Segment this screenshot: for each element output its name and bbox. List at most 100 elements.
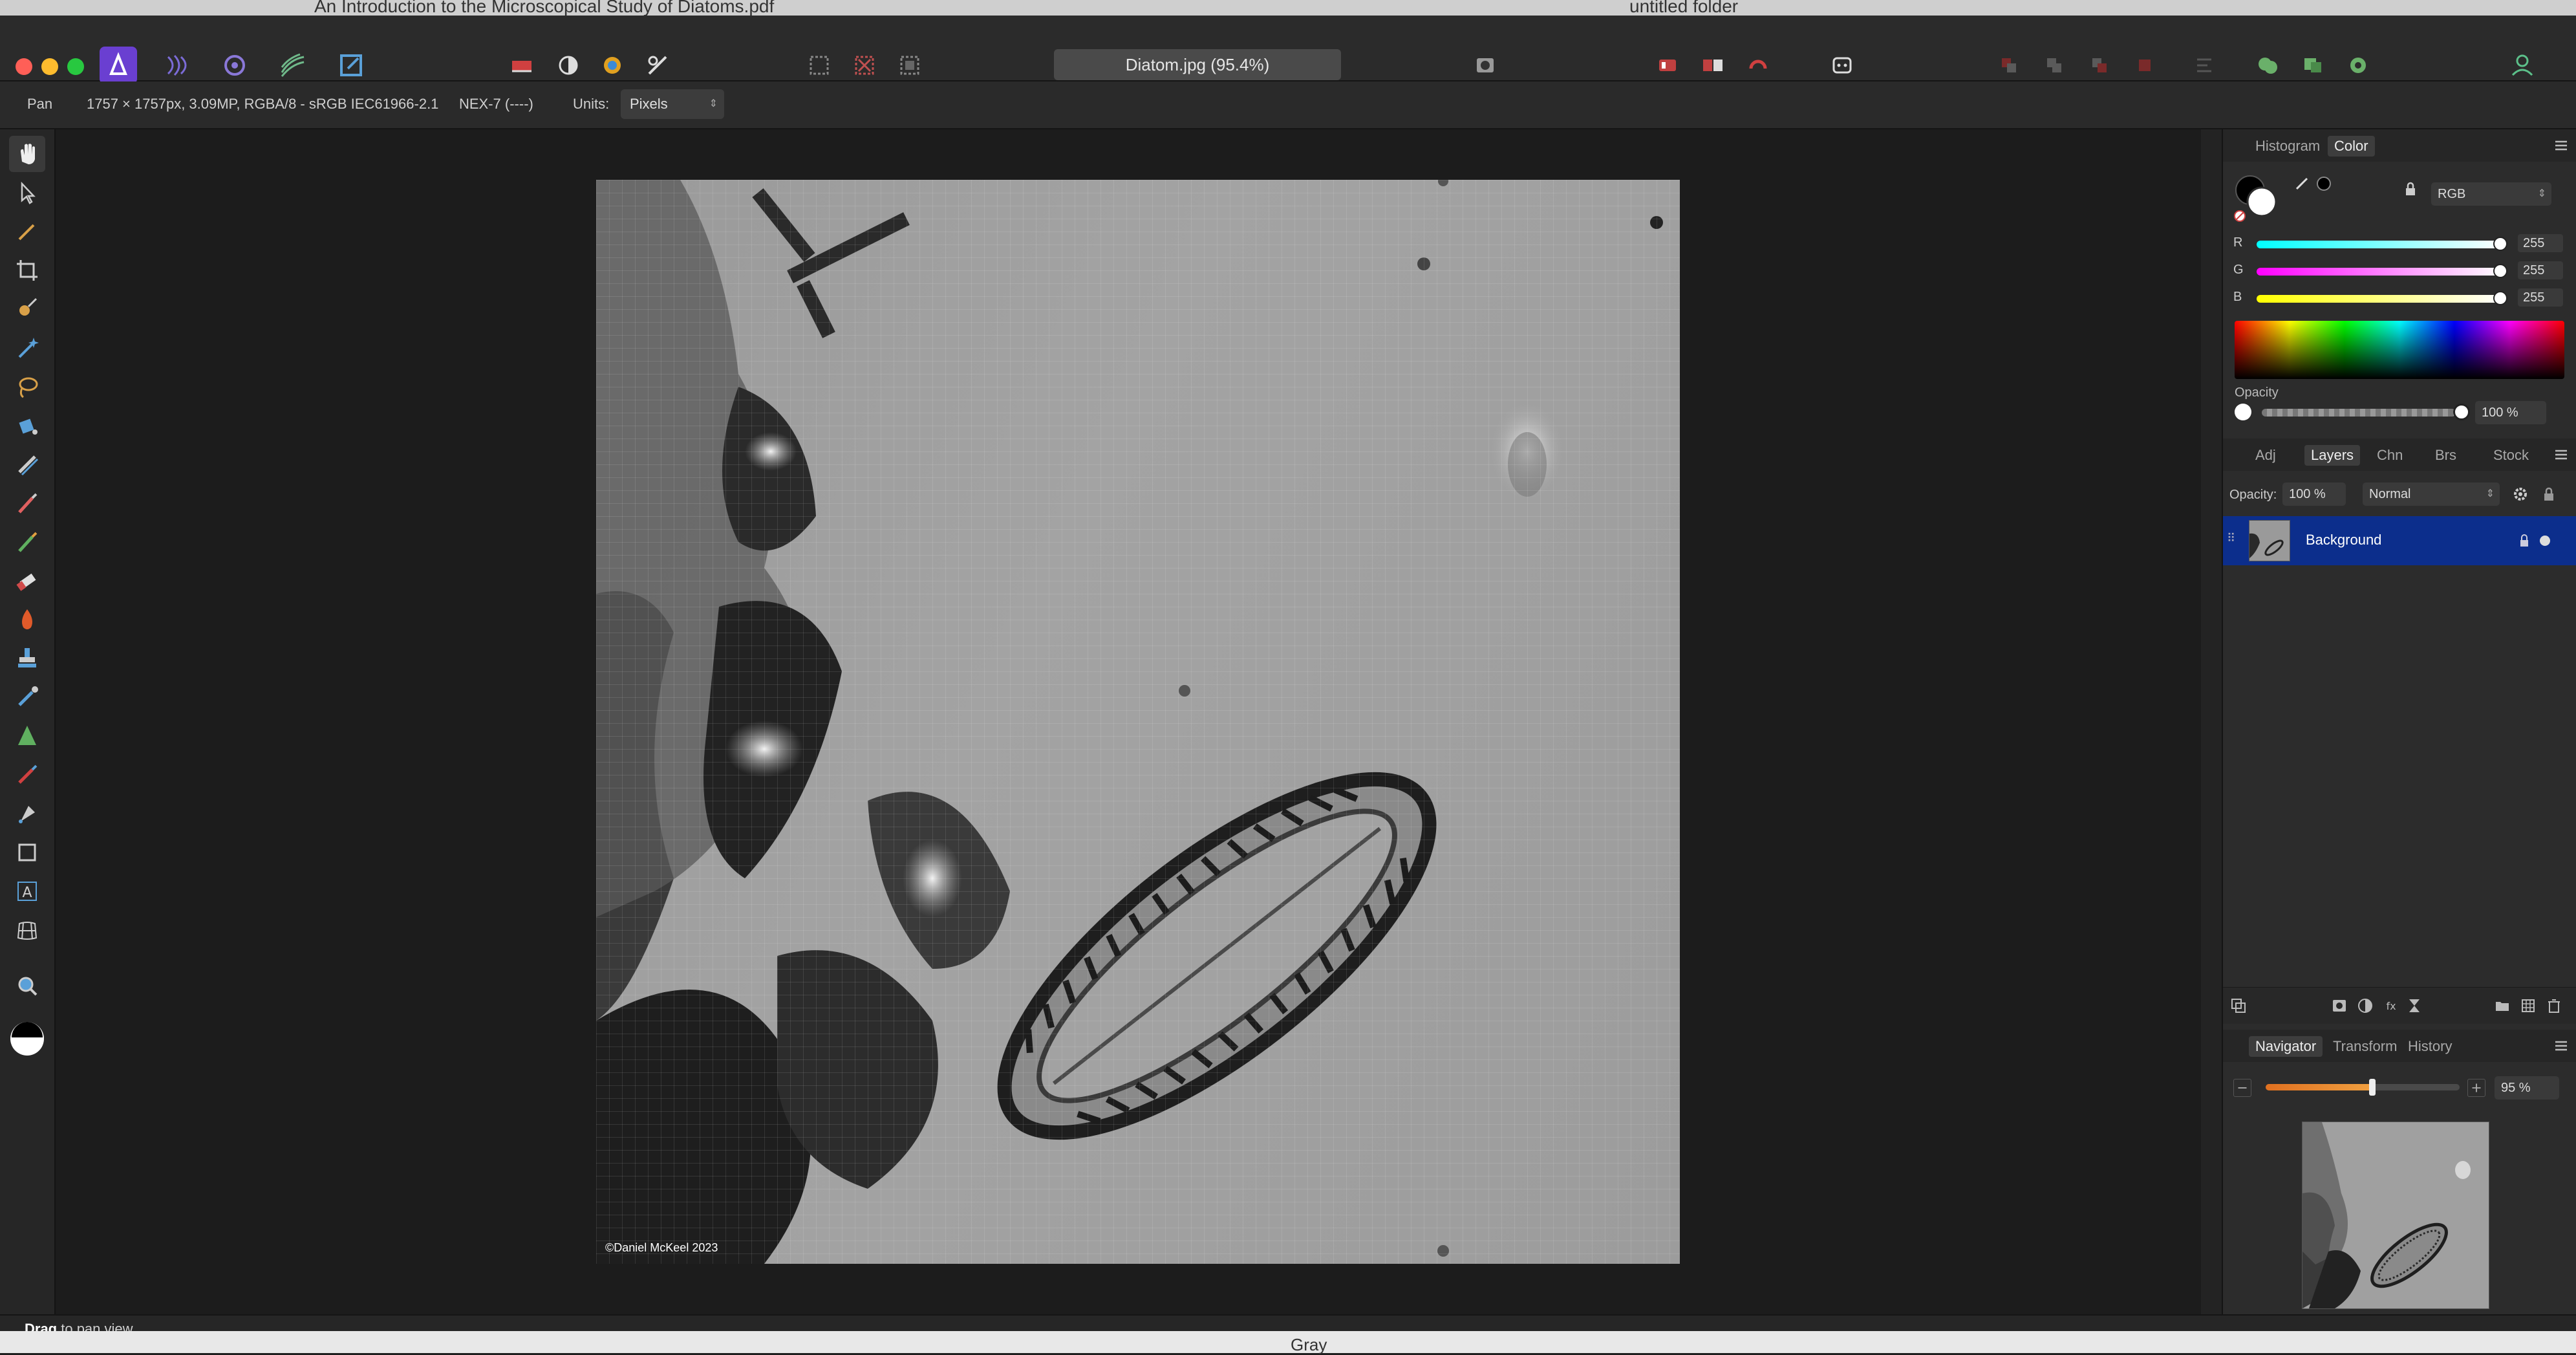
tab-color[interactable]: Color: [2328, 136, 2375, 157]
boolean-subtract-icon[interactable]: [2294, 47, 2332, 84]
contrast-icon[interactable]: [550, 47, 587, 84]
opacity-track[interactable]: [2262, 409, 2456, 417]
invert-selection-icon[interactable]: [891, 47, 928, 84]
document-title[interactable]: Diatom.jpg (95.4%): [1054, 49, 1341, 80]
green-knob[interactable]: [2493, 264, 2507, 278]
tab-channels[interactable]: Chn: [2370, 445, 2409, 466]
blend-mode-select[interactable]: Normal ⇕: [2363, 482, 2500, 506]
snapping-icon[interactable]: [1739, 47, 1777, 84]
histogram-icon[interactable]: [503, 47, 541, 84]
trash-icon[interactable]: [2545, 997, 2563, 1015]
text-tool-icon[interactable]: A: [9, 873, 45, 909]
deselect-icon[interactable]: [846, 47, 883, 84]
arrange-forward-icon[interactable]: [2081, 47, 2118, 84]
live-filter-icon[interactable]: [2405, 997, 2423, 1015]
color-mode-select[interactable]: RGB ⇕: [2431, 182, 2551, 206]
navigator-zoom-knob[interactable]: [2369, 1079, 2376, 1096]
layer-visibility-icon[interactable]: [2540, 536, 2550, 546]
pen-tool-icon[interactable]: [9, 796, 45, 832]
color-spectrum[interactable]: [2235, 321, 2564, 379]
user-account-icon[interactable]: [2504, 47, 2541, 84]
tab-adjustments[interactable]: Adj: [2249, 445, 2282, 466]
gradient-tool-icon[interactable]: [9, 446, 45, 482]
lock-icon[interactable]: [2540, 485, 2558, 503]
layer-row-background[interactable]: ⠿ Background: [2223, 516, 2576, 565]
rectangle-tool-icon[interactable]: [9, 834, 45, 871]
opacity-value-field[interactable]: 100 %: [2475, 401, 2546, 424]
boolean-add-icon[interactable]: [2249, 47, 2286, 84]
tab-brushes[interactable]: Brs: [2429, 445, 2463, 466]
green-track[interactable]: [2257, 268, 2502, 276]
mesh-warp-tool-icon[interactable]: [9, 912, 45, 948]
zoom-window-button[interactable]: [67, 58, 84, 75]
units-dropdown[interactable]: Pixels ⇕: [621, 89, 724, 119]
zoom-tool-icon[interactable]: [9, 968, 45, 1004]
dodge-tool-icon[interactable]: [9, 602, 45, 638]
arrange-backward-icon[interactable]: [2035, 47, 2073, 84]
color-wheel-icon[interactable]: [594, 47, 631, 84]
navigator-zoom-slider[interactable]: [2266, 1079, 2460, 1096]
noise-swatch-icon[interactable]: [2315, 175, 2333, 193]
tab-stock[interactable]: Stock: [2487, 445, 2535, 466]
tab-layers[interactable]: Layers: [2304, 445, 2361, 466]
fx-icon[interactable]: fx: [2382, 997, 2400, 1015]
clone-tool-icon[interactable]: [9, 640, 45, 677]
zoom-out-button[interactable]: [2233, 1079, 2251, 1097]
new-pixel-layer-icon[interactable]: [2519, 997, 2537, 1015]
layer-options-icon[interactable]: [2229, 997, 2248, 1015]
red-track[interactable]: [2257, 241, 2502, 248]
new-group-icon[interactable]: [2493, 997, 2511, 1015]
paint-brush-tool-icon[interactable]: [9, 485, 45, 521]
selection-brush-tool-icon[interactable]: [9, 291, 45, 327]
tab-transform[interactable]: Transform: [2326, 1036, 2403, 1057]
color-swatch-icon[interactable]: [9, 1021, 45, 1057]
marquee-select-icon[interactable]: [800, 47, 838, 84]
erase-brush-tool-icon[interactable]: [9, 563, 45, 599]
blemish-removal-tool-icon[interactable]: [9, 679, 45, 715]
vertical-scrollbar[interactable]: [2201, 129, 2222, 1314]
red-slider[interactable]: R 255: [2233, 234, 2570, 254]
eyedropper-icon[interactable]: [2293, 175, 2311, 193]
white-balance-icon[interactable]: [639, 47, 676, 84]
assistant-icon[interactable]: [1649, 47, 1686, 84]
move-tool-icon[interactable]: [9, 175, 45, 211]
lock-icon[interactable]: [2401, 180, 2420, 198]
opacity-knob[interactable]: [2453, 404, 2470, 420]
lasso-tool-icon[interactable]: [9, 369, 45, 405]
blue-knob[interactable]: [2493, 291, 2507, 305]
red-eye-tool-icon[interactable]: [9, 757, 45, 793]
arrange-back-icon[interactable]: [1990, 47, 2028, 84]
drag-handle-icon[interactable]: ⠿: [2227, 532, 2235, 545]
blue-slider[interactable]: B 255: [2233, 288, 2570, 308]
sharpen-tool-icon[interactable]: [9, 718, 45, 754]
gear-icon[interactable]: [2511, 485, 2529, 503]
color-picker-tool-icon[interactable]: [9, 213, 45, 250]
close-window-button[interactable]: [16, 58, 32, 75]
color-replacement-tool-icon[interactable]: [9, 524, 45, 560]
tab-navigator[interactable]: Navigator: [2249, 1036, 2323, 1057]
tone-mapping-persona-icon[interactable]: [274, 47, 312, 84]
blue-value[interactable]: 255: [2518, 288, 2563, 307]
diatom-image[interactable]: ©Daniel McKeel 2023: [596, 180, 1680, 1264]
photo-persona-icon[interactable]: [100, 47, 137, 84]
tab-histogram[interactable]: Histogram: [2249, 136, 2326, 157]
view-mode-icon[interactable]: [1823, 47, 1861, 84]
align-icon[interactable]: [2185, 47, 2223, 84]
arrange-front-icon[interactable]: [2126, 47, 2163, 84]
blue-track[interactable]: [2257, 295, 2502, 303]
quick-mask-icon[interactable]: [1466, 47, 1504, 84]
navigator-thumbnail[interactable]: [2302, 1122, 2489, 1309]
navigator-zoom-field[interactable]: 95 %: [2495, 1076, 2559, 1100]
flood-select-tool-icon[interactable]: [9, 330, 45, 366]
adjustment-layer-icon[interactable]: [2356, 997, 2374, 1015]
split-view-icon[interactable]: [1694, 47, 1732, 84]
fill-stroke-swatches[interactable]: [2232, 172, 2284, 224]
develop-persona-icon[interactable]: [216, 47, 253, 84]
panel-menu-icon[interactable]: [2553, 1037, 2570, 1054]
tab-history[interactable]: History: [2401, 1036, 2458, 1057]
panel-menu-icon[interactable]: [2553, 446, 2570, 463]
boolean-intersect-icon[interactable]: [2339, 47, 2377, 84]
flood-fill-tool-icon[interactable]: [9, 407, 45, 444]
crop-tool-icon[interactable]: [9, 252, 45, 288]
layer-opacity-field[interactable]: 100 %: [2282, 482, 2346, 506]
